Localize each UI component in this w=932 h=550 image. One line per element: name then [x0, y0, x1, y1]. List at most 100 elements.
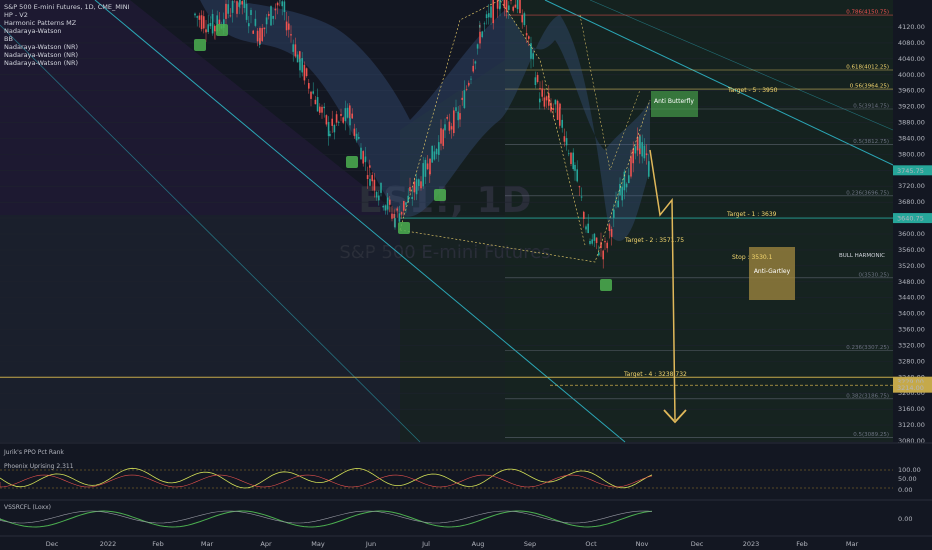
anti-butterfly-label: Anti Butterfly — [654, 98, 694, 105]
candle-body-162 — [525, 33, 528, 36]
candle-body-76 — [349, 118, 351, 126]
candle-body-159 — [519, 0, 521, 14]
target-label-2: Target - 2 : 3571.75 — [624, 237, 684, 244]
candle-body-4 — [203, 16, 205, 29]
candle-body-37 — [270, 6, 272, 26]
candle-body-15 — [225, 3, 227, 19]
indicator-2[interactable]: Harmonic Patterns MZ — [4, 19, 130, 27]
candle-body-179 — [559, 103, 561, 109]
y-tick-21: 3280.00 — [898, 357, 925, 365]
candle-body-210 — [625, 183, 628, 188]
signal-marker-0 — [194, 39, 206, 51]
candle-body-10 — [214, 30, 216, 32]
osc-tick-0: 0.00 — [898, 486, 912, 494]
y-tick-14: 3560.00 — [898, 246, 925, 254]
candle-body-152 — [505, 0, 508, 13]
candle-body-183 — [568, 153, 570, 155]
candle-body-161 — [523, 13, 526, 25]
candle-body-91 — [380, 182, 382, 193]
signal-marker-1 — [216, 24, 228, 36]
candle-body-66 — [329, 134, 331, 136]
y-tick-8: 3800.00 — [898, 150, 925, 158]
indicator-3[interactable]: Nadaraya-Watson — [4, 27, 130, 35]
price-tag-2: 3214.00 — [897, 384, 924, 392]
candle-body-175 — [552, 108, 554, 110]
candle-body-129 — [459, 113, 461, 120]
candle-body-55 — [305, 68, 308, 77]
candle-body-8 — [211, 13, 214, 34]
candle-body-220 — [645, 153, 648, 156]
candle-body-195 — [593, 233, 596, 241]
osc3-tick-0: 0.00 — [898, 515, 912, 523]
y-tick-2: 4040.00 — [898, 55, 925, 63]
candle-body-143 — [488, 13, 490, 18]
fib-label-6: 0(3530.25) — [858, 272, 889, 278]
candle-body-87 — [371, 175, 373, 182]
candle-body-124 — [448, 121, 451, 131]
y-tick-26: 3080.00 — [898, 437, 925, 445]
candle-body-205 — [615, 199, 617, 201]
candle-body-181 — [563, 136, 566, 142]
candle-body-12 — [218, 19, 221, 25]
osc3-label[interactable]: VSSRCFL (Loxx) — [4, 504, 51, 511]
indicator-6[interactable]: Nadaraya-Watson (NR) — [4, 51, 130, 59]
x-tick-5: May — [311, 540, 325, 548]
symbol-title: S&P 500 E-mini Futures, 1D, CME_MINI — [4, 3, 130, 11]
candle-body-68 — [333, 124, 336, 133]
candle-body-185 — [572, 152, 574, 170]
candle-body-112 — [424, 159, 427, 177]
fib-label-9: 0.5(3089.25) — [853, 432, 889, 438]
x-tick-10: Oct — [585, 540, 597, 548]
candle-body-218 — [641, 142, 643, 157]
indicator-5[interactable]: Nadaraya-Watson (NR) — [4, 43, 130, 51]
candle-body-30 — [256, 30, 259, 42]
candle-body-117 — [433, 151, 436, 160]
candle-body-102 — [403, 201, 405, 211]
candle-body-189 — [580, 196, 583, 198]
x-tick-2: Feb — [152, 540, 164, 548]
candle-body-5 — [205, 29, 207, 33]
osc2-label[interactable]: Phoenix Uprising 2.311 — [4, 463, 74, 470]
fib-label-7: 0.236(3307.25) — [846, 345, 889, 351]
candle-body-123 — [446, 116, 448, 119]
candle-body-63 — [323, 106, 325, 109]
candle-body-202 — [608, 224, 611, 232]
candle-body-217 — [639, 136, 641, 149]
candle-body-79 — [355, 133, 358, 141]
candle-body-144 — [490, 6, 492, 18]
candle-body-136 — [474, 61, 477, 64]
candle-body-169 — [539, 88, 541, 90]
candle-body-113 — [426, 163, 429, 170]
indicator-7[interactable]: Nadaraya-Watson (NR) — [4, 59, 130, 67]
indicator-4[interactable]: BB — [4, 35, 130, 43]
candle-body-111 — [422, 163, 424, 187]
candle-body-26 — [248, 23, 250, 27]
candle-body-110 — [420, 181, 422, 189]
price-tag-3: 3640.75 — [897, 215, 924, 223]
candle-body-93 — [384, 205, 387, 211]
candle-body-52 — [299, 59, 301, 71]
candle-body-115 — [429, 158, 431, 175]
candle-body-43 — [281, 1, 283, 7]
candle-body-180 — [561, 119, 563, 128]
y-tick-25: 3120.00 — [898, 421, 925, 429]
candle-body-69 — [335, 114, 338, 123]
osc1-label[interactable]: Jurik's PPO Pct Rank — [4, 449, 64, 456]
x-tick-3: Mar — [201, 540, 214, 548]
x-tick-11: Nov — [636, 540, 649, 548]
x-tick-14: Feb — [796, 540, 808, 548]
candle-body-199 — [602, 250, 604, 260]
chart-canvas[interactable]: ES1!, 1DS&P 500 E-mini Futures0.786(4150… — [0, 0, 932, 550]
candle-body-49 — [294, 44, 297, 57]
candle-body-127 — [455, 107, 457, 111]
candle-body-128 — [457, 111, 459, 121]
candle-body-197 — [598, 252, 600, 256]
candle-body-139 — [479, 31, 481, 44]
candle-body-151 — [503, 0, 506, 9]
candle-body-77 — [351, 113, 353, 119]
indicator-1[interactable]: HP - V2 — [4, 11, 130, 19]
candle-body-38 — [272, 15, 274, 19]
candle-body-20 — [236, 1, 238, 14]
signal-marker-3 — [398, 222, 410, 234]
candle-body-107 — [413, 181, 416, 193]
